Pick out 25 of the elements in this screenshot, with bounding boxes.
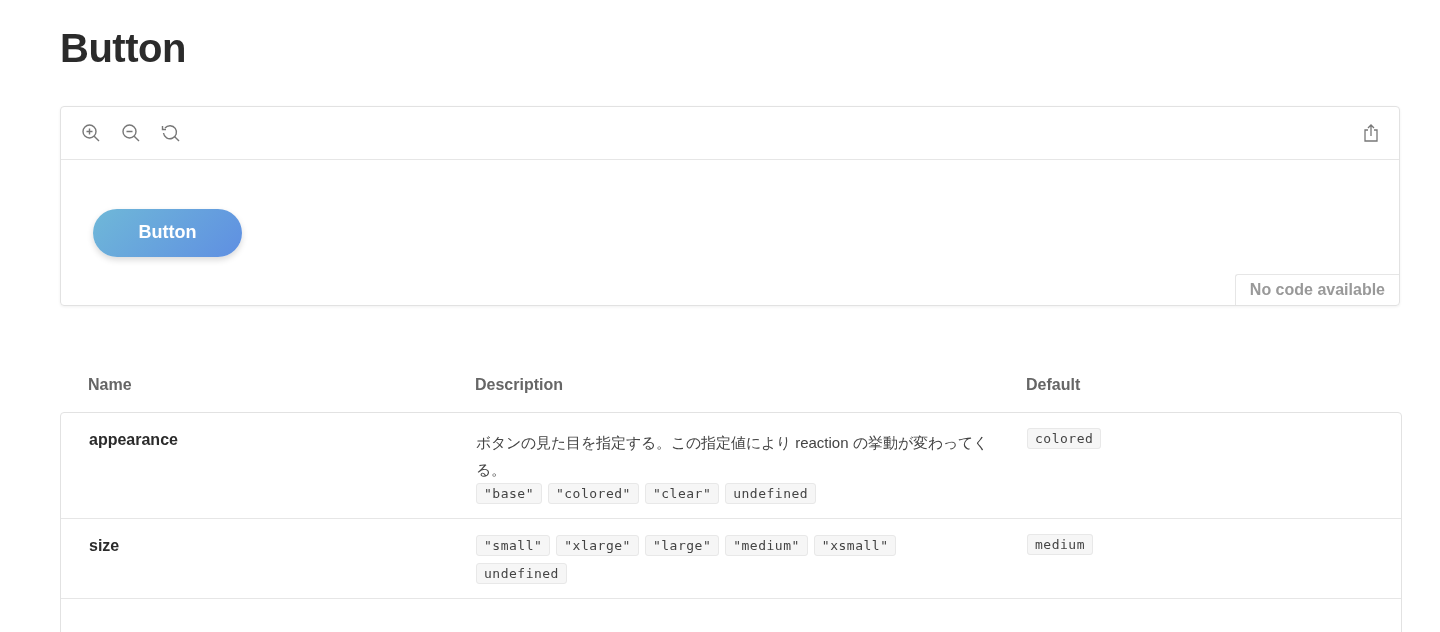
prop-description: ボタンの見た目を指定する。この指定値により reaction の挙動が変わってくる。 — [476, 433, 989, 480]
prop-name: size — [89, 536, 121, 556]
page-title: Button — [60, 25, 187, 72]
default-value: colored — [1027, 428, 1102, 449]
column-header: Name — [88, 376, 133, 395]
zoom-in-icon[interactable] — [81, 123, 101, 143]
value-tag: undefined — [476, 563, 567, 584]
value-tag: "large" — [644, 535, 720, 556]
column-header: Description — [475, 376, 564, 395]
value-tag: "base" — [476, 483, 542, 504]
reset-zoom-icon[interactable] — [161, 123, 181, 143]
column-header: Default — [1026, 376, 1082, 395]
value-tag: "clear" — [644, 483, 720, 504]
value-tag: "xlarge" — [556, 535, 639, 556]
value-tag: "small" — [476, 535, 551, 556]
default-value: medium — [1027, 534, 1093, 555]
code-note: No code available — [1234, 274, 1399, 305]
value-tag: "xsmall" — [813, 535, 897, 556]
prop-name: appearance — [89, 430, 179, 450]
demo-button[interactable]: Button — [93, 208, 242, 257]
value-tag: "colored" — [547, 483, 639, 504]
share-icon[interactable] — [1361, 123, 1381, 143]
value-tag: undefined — [725, 483, 817, 504]
zoom-out-icon[interactable] — [121, 123, 141, 143]
value-tag: "medium" — [725, 535, 808, 556]
